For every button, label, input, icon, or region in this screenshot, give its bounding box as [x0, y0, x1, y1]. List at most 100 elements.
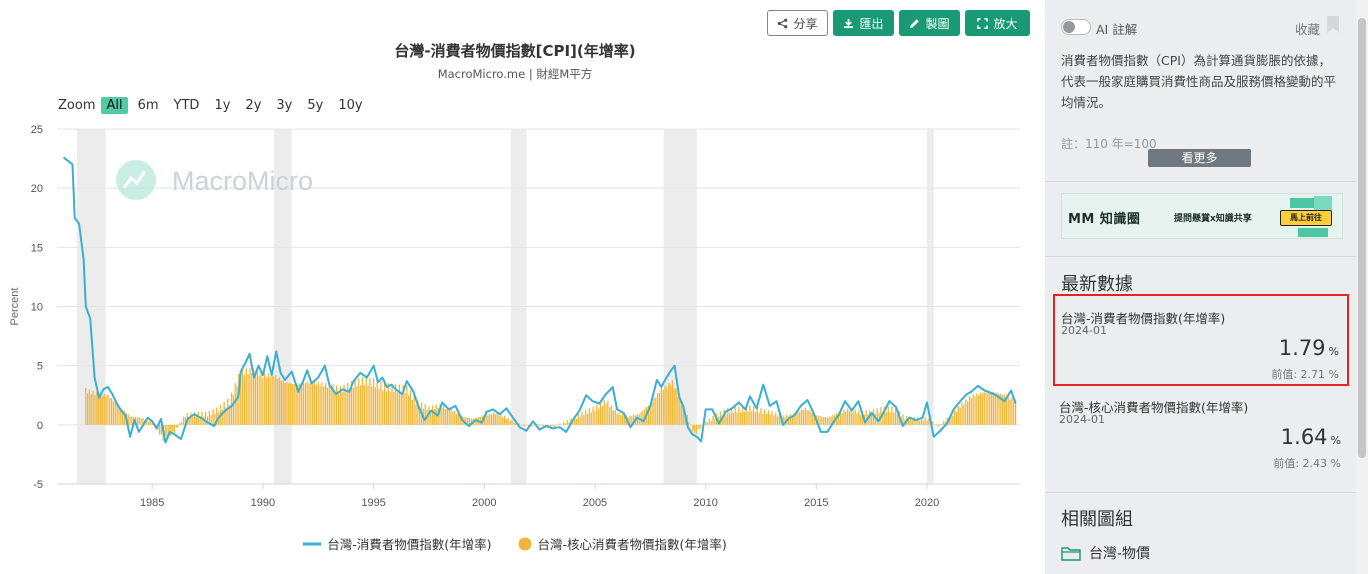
page-scrollbar[interactable]: [1356, 0, 1368, 574]
core-cpi-bar: [987, 391, 989, 425]
core-cpi-bar: [658, 392, 661, 425]
core-cpi-bar: [911, 420, 913, 425]
core-cpi-bar: [247, 374, 249, 425]
core-cpi-bar: [972, 394, 974, 425]
core-cpi-bars: [85, 367, 1017, 441]
core-cpi-bar: [526, 424, 528, 426]
core-cpi-bar: [1011, 397, 1013, 425]
core-cpi-bar: [968, 396, 971, 425]
core-cpi-bar: [243, 375, 246, 425]
latest-data-card-core-cpi[interactable]: 台灣-核心消費者物價指數(年增率) 2024-01 1.64% 前值: 2.43…: [1053, 385, 1349, 477]
y-tick-label: 15: [31, 242, 43, 254]
core-cpi-bar: [358, 378, 360, 425]
core-cpi-bar: [599, 402, 602, 425]
zoom-3y-button[interactable]: 3y: [271, 97, 297, 114]
core-cpi-bar: [212, 409, 214, 425]
scrollbar-thumb[interactable]: [1358, 18, 1366, 458]
zoom-selector: Zoom All 6m YTD 1y 2y 3y 5y 10y: [58, 95, 373, 115]
core-cpi-bar: [105, 396, 107, 425]
legend-item-core-cpi[interactable]: 台灣-核心消費者物價指數(年增率): [518, 534, 727, 553]
see-more-button[interactable]: 看更多: [1148, 149, 1251, 167]
core-cpi-bar: [177, 424, 179, 428]
x-tick-label: 1985: [140, 497, 164, 509]
core-cpi-bar: [974, 396, 976, 425]
core-cpi-bar: [671, 380, 674, 425]
core-cpi-bar: [131, 416, 133, 425]
zoom-ytd-button[interactable]: YTD: [169, 97, 205, 114]
core-cpi-bar: [230, 392, 233, 425]
core-cpi-bar: [452, 411, 454, 425]
core-cpi-bar: [858, 410, 860, 425]
core-cpi-bar: [365, 377, 367, 425]
core-cpi-bar: [361, 377, 364, 425]
core-cpi-bar: [885, 412, 888, 425]
core-cpi-bar: [502, 417, 504, 425]
core-cpi-bar: [738, 406, 740, 425]
core-cpi-bar: [254, 374, 257, 425]
core-cpi-bar: [293, 384, 295, 425]
core-cpi-bar: [819, 416, 821, 425]
legend-item-cpi[interactable]: 台灣-消費者物價指數(年增率): [303, 534, 492, 553]
core-cpi-bar: [88, 389, 91, 425]
expand-label: 放大: [993, 16, 1018, 31]
bookmark-icon[interactable]: [1327, 16, 1339, 33]
core-cpi-bar: [933, 424, 936, 426]
zoom-2y-button[interactable]: 2y: [240, 97, 266, 114]
zoom-10y-button[interactable]: 10y: [333, 97, 367, 114]
core-cpi-bar: [564, 423, 567, 425]
core-cpi-bar: [313, 381, 316, 425]
core-cpi-bar: [981, 393, 984, 425]
promo-banner[interactable]: MM 知識圈 提問懸賞x知識共享 馬上前往: [1061, 193, 1343, 239]
related-item-taiwan-prices[interactable]: 台灣-物價: [1061, 543, 1150, 563]
core-cpi-bar: [690, 424, 692, 426]
zoom-1y-button[interactable]: 1y: [209, 97, 235, 114]
zoom-5y-button[interactable]: 5y: [302, 97, 328, 114]
core-cpi-bar: [1009, 399, 1011, 425]
core-cpi-bar: [411, 400, 413, 425]
core-cpi-bar: [498, 415, 500, 425]
x-axis-ticks: 1985 1990 1995 2000 2005 2010 2015 2020: [140, 484, 939, 509]
core-cpi-bar: [926, 420, 928, 425]
core-cpi-bar: [444, 409, 447, 425]
core-cpi-bar: [979, 392, 982, 425]
zoom-all-button[interactable]: All: [101, 96, 128, 114]
core-cpi-bar: [114, 401, 116, 425]
core-cpi-bar: [693, 424, 696, 433]
core-cpi-bar: [195, 416, 198, 425]
core-cpi-bar: [404, 392, 406, 425]
expand-button[interactable]: 放大: [965, 10, 1030, 36]
latest-data-card-cpi[interactable]: 台灣-消費者物價指數(年增率) 2024-01 1.79% 前值: 2.71 %: [1053, 294, 1349, 386]
core-cpi-bar: [336, 385, 338, 425]
core-cpi-bar: [657, 393, 659, 425]
core-cpi-bar: [677, 397, 679, 425]
x-tick-label: 2020: [915, 497, 939, 509]
ai-annotation-toggle[interactable]: [1061, 19, 1091, 35]
draw-button[interactable]: 製圖: [899, 10, 960, 36]
core-cpi-bar: [990, 391, 993, 425]
banner-go-button[interactable]: 馬上前往: [1280, 210, 1332, 226]
core-cpi-bar: [618, 412, 620, 425]
core-cpi-bar: [319, 385, 321, 425]
share-button[interactable]: 分享: [767, 10, 828, 36]
core-cpi-bar: [371, 386, 373, 425]
core-cpi-bar: [959, 407, 961, 425]
core-cpi-bar: [531, 424, 533, 427]
core-cpi-bar: [171, 424, 174, 432]
export-button[interactable]: 匯出: [833, 10, 894, 36]
watermark-text: MacroMicro: [172, 166, 313, 196]
zoom-6m-button[interactable]: 6m: [133, 97, 164, 114]
core-cpi-bar: [513, 422, 515, 425]
core-cpi-bar: [712, 416, 714, 425]
core-cpi-bar: [537, 424, 539, 425]
core-cpi-bar: [455, 413, 458, 425]
chart-plot[interactable]: MacroMicro -5 0 5 10 15 20 25 1985 1990 1995 2000…: [0, 120, 1030, 525]
core-cpi-bar: [413, 395, 415, 425]
core-cpi-bar: [605, 403, 607, 425]
core-cpi-bar: [636, 414, 639, 425]
core-cpi-bar: [588, 408, 591, 425]
core-cpi-bar: [939, 423, 941, 425]
core-cpi-bar: [889, 412, 891, 425]
core-cpi-bar: [710, 420, 712, 425]
core-cpi-bar: [978, 395, 980, 425]
core-cpi-bar: [699, 424, 701, 430]
